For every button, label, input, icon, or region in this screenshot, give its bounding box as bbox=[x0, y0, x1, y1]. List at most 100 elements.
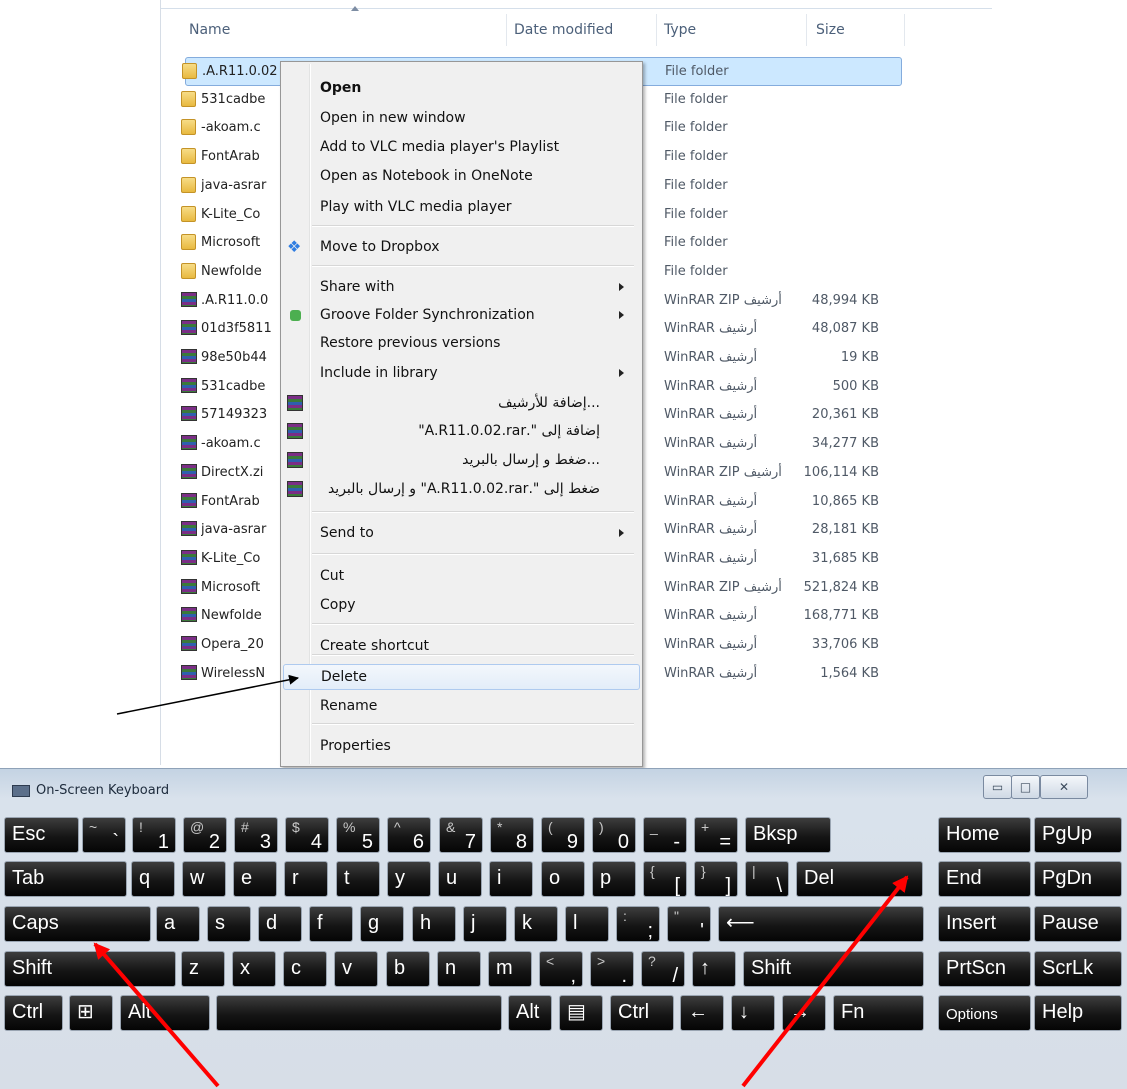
key-i[interactable]: i bbox=[489, 861, 533, 897]
key-right[interactable]: → bbox=[782, 995, 826, 1031]
key-shift[interactable]: Shift bbox=[4, 951, 176, 987]
key-pgup[interactable]: PgUp bbox=[1034, 817, 1122, 853]
key-eq[interactable]: + = bbox=[694, 817, 738, 853]
menu-item-rename[interactable]: Rename bbox=[283, 694, 638, 720]
menu-item-move-to-dropbox[interactable]: ❖ Move to Dropbox bbox=[283, 235, 638, 261]
menu-item-copy[interactable]: Copy bbox=[283, 593, 638, 619]
key-r[interactable]: r bbox=[284, 861, 328, 897]
key-left[interactable]: ← bbox=[680, 995, 724, 1031]
key-z[interactable]: z bbox=[181, 951, 225, 987]
menu-item-open-as-notebook-in-onenote[interactable]: Open as Notebook in OneNote bbox=[283, 164, 638, 190]
column-divider[interactable] bbox=[904, 14, 905, 46]
column-divider[interactable] bbox=[806, 14, 807, 46]
key-k3[interactable]: #3 bbox=[234, 817, 278, 853]
menu-item-winrar-action-11[interactable]: إضافة إلى ".A.R11.0.02.rar" bbox=[283, 419, 638, 445]
key-options[interactable]: Options bbox=[938, 995, 1031, 1031]
key-help[interactable]: Help bbox=[1034, 995, 1122, 1031]
menu-item-share-with[interactable]: Share with bbox=[283, 275, 638, 301]
key-j[interactable]: j bbox=[463, 906, 507, 942]
key-p[interactable]: p bbox=[592, 861, 636, 897]
menu-item-send-to[interactable]: Send to bbox=[283, 521, 638, 547]
key-k1[interactable]: ! 1 bbox=[132, 817, 176, 853]
key-pgdn[interactable]: PgDn bbox=[1034, 861, 1122, 897]
key-m[interactable]: m bbox=[488, 951, 532, 987]
key-scrlk[interactable]: ScrLk bbox=[1034, 951, 1122, 987]
key-menu[interactable]: ▤ bbox=[559, 995, 603, 1031]
menu-item-open[interactable]: Open bbox=[283, 76, 638, 102]
minimize-button[interactable]: ▭ bbox=[983, 775, 1012, 799]
key-tab[interactable]: Tab bbox=[4, 861, 127, 897]
key-quote[interactable]: " ' bbox=[667, 906, 711, 942]
key-e[interactable]: e bbox=[233, 861, 277, 897]
key-k5[interactable]: % 5 bbox=[336, 817, 380, 853]
close-button[interactable]: ✕ bbox=[1040, 775, 1088, 799]
key-rctrl[interactable]: Ctrl bbox=[610, 995, 674, 1031]
key-h[interactable]: h bbox=[412, 906, 456, 942]
maximize-button[interactable]: □ bbox=[1011, 775, 1040, 799]
column-header-date-modified[interactable]: Date modified bbox=[514, 22, 613, 38]
key-x[interactable]: x bbox=[232, 951, 276, 987]
key-alt[interactable]: Alt bbox=[120, 995, 210, 1031]
key-fn[interactable]: Fn bbox=[833, 995, 924, 1031]
menu-item-winrar-action-10[interactable]: ...إضافة للأرشيف bbox=[283, 391, 638, 417]
key-g[interactable]: g bbox=[360, 906, 404, 942]
column-header-type[interactable]: Type bbox=[664, 22, 696, 38]
menu-item-delete[interactable]: Delete bbox=[283, 664, 640, 690]
key-lbr[interactable]: {[ bbox=[643, 861, 687, 897]
column-header-size[interactable]: Size bbox=[816, 22, 845, 38]
key-down[interactable]: ↓ bbox=[731, 995, 775, 1031]
key-minus[interactable]: _ - bbox=[643, 817, 687, 853]
menu-item-add-to-vlc-media-player-s-playlist[interactable]: Add to VLC media player's Playlist bbox=[283, 135, 638, 161]
key-u[interactable]: u bbox=[438, 861, 482, 897]
key-home[interactable]: Home bbox=[938, 817, 1031, 853]
key-k2[interactable]: @2 bbox=[183, 817, 227, 853]
key-t[interactable]: t bbox=[336, 861, 380, 897]
key-rshift[interactable]: Shift bbox=[743, 951, 924, 987]
key-k0[interactable]: ) 0 bbox=[592, 817, 636, 853]
key-k4[interactable]: $4 bbox=[285, 817, 329, 853]
key-win[interactable]: ⊞ bbox=[69, 995, 113, 1031]
menu-item-play-with-vlc-media-player[interactable]: Play with VLC media player bbox=[283, 195, 638, 221]
column-header-name[interactable]: Name bbox=[189, 22, 230, 38]
key-dot[interactable]: >. bbox=[590, 951, 634, 987]
key-y[interactable]: y bbox=[387, 861, 431, 897]
key-k9[interactable]: (9 bbox=[541, 817, 585, 853]
menu-item-cut[interactable]: Cut bbox=[283, 564, 638, 590]
key-rbr[interactable]: }] bbox=[694, 861, 738, 897]
key-k6[interactable]: ^ 6 bbox=[387, 817, 431, 853]
key-esc[interactable]: Esc bbox=[4, 817, 79, 853]
key-insert[interactable]: Insert bbox=[938, 906, 1031, 942]
key-end[interactable]: End bbox=[938, 861, 1031, 897]
key-pause[interactable]: Pause bbox=[1034, 906, 1122, 942]
key-o[interactable]: o bbox=[541, 861, 585, 897]
key-comma[interactable]: <, bbox=[539, 951, 583, 987]
menu-item-open-in-new-window[interactable]: Open in new window bbox=[283, 106, 638, 132]
menu-item-winrar-action-12[interactable]: ...ضغط و إرسال بالبريد bbox=[283, 448, 638, 474]
key-space[interactable] bbox=[216, 995, 502, 1031]
key-w[interactable]: w bbox=[182, 861, 226, 897]
key-caps[interactable]: Caps bbox=[4, 906, 151, 942]
key-del[interactable]: Del bbox=[796, 861, 923, 897]
menu-item-properties[interactable]: Properties bbox=[283, 734, 638, 760]
key-bksp[interactable]: Bksp bbox=[745, 817, 831, 853]
key-l[interactable]: l bbox=[565, 906, 609, 942]
key-q[interactable]: q bbox=[131, 861, 175, 897]
key-ctrl[interactable]: Ctrl bbox=[4, 995, 63, 1031]
menu-item-include-in-library[interactable]: Include in library bbox=[283, 361, 638, 387]
key-v[interactable]: v bbox=[334, 951, 378, 987]
key-enter[interactable]: ⟵ bbox=[718, 906, 924, 942]
key-k8[interactable]: * 8 bbox=[490, 817, 534, 853]
key-semi[interactable]: :; bbox=[616, 906, 660, 942]
column-divider[interactable] bbox=[656, 14, 657, 46]
key-k[interactable]: k bbox=[514, 906, 558, 942]
key-b[interactable]: b bbox=[386, 951, 430, 987]
column-divider[interactable] bbox=[506, 14, 507, 46]
key-f[interactable]: f bbox=[309, 906, 353, 942]
keyboard-title-bar[interactable]: On-Screen Keyboard ▭ □ ✕ bbox=[0, 769, 1127, 805]
key-bsl[interactable]: | \ bbox=[745, 861, 789, 897]
key-slash[interactable]: ? / bbox=[641, 951, 685, 987]
key-n[interactable]: n bbox=[437, 951, 481, 987]
key-ralt[interactable]: Alt bbox=[508, 995, 552, 1031]
key-up[interactable]: ↑ bbox=[692, 951, 736, 987]
key-tilde[interactable]: ~ ` bbox=[82, 817, 126, 853]
